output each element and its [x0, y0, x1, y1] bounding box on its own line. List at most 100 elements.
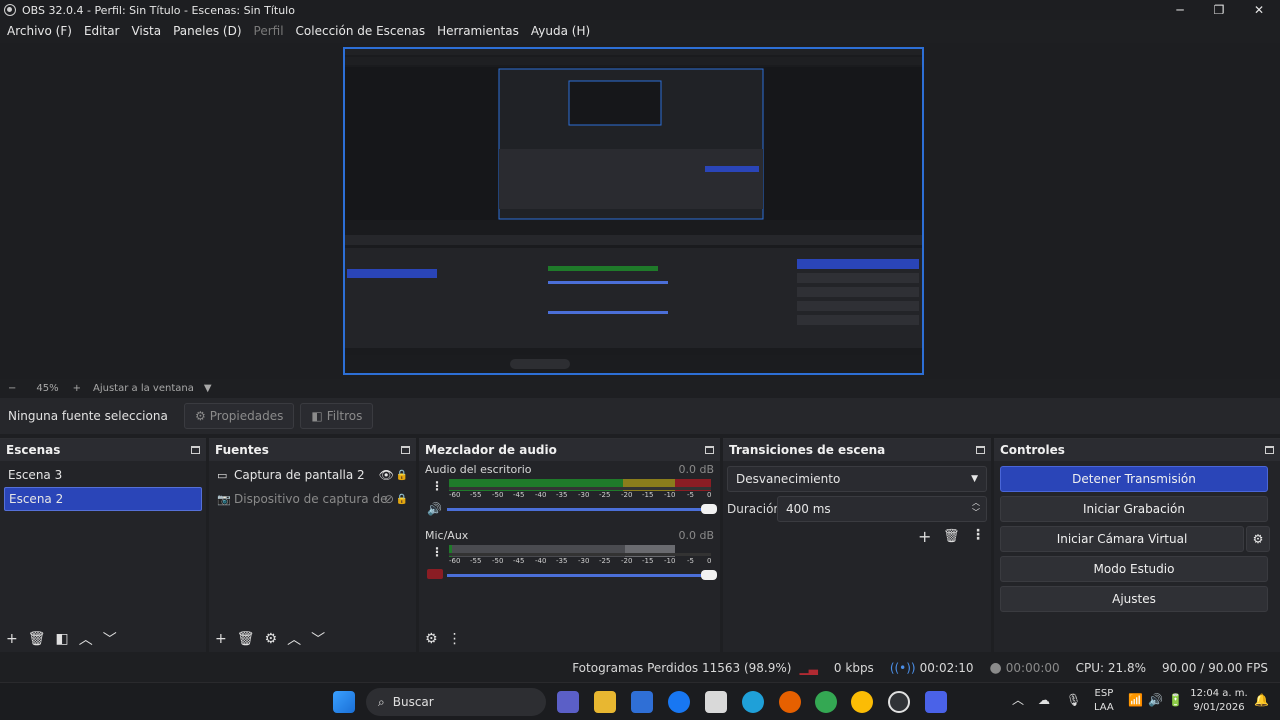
firefox-icon[interactable] — [779, 691, 801, 713]
trash-icon[interactable]: 🗑 — [943, 529, 960, 544]
channel-name: Mic/Aux — [425, 529, 469, 542]
stop-stream-button[interactable]: Detener Transmisión — [1000, 466, 1268, 492]
preview-canvas[interactable] — [343, 47, 924, 375]
kebab-menu-icon[interactable]: ⋮ — [448, 631, 462, 647]
duration-spinbox[interactable]: 400 ms ︿ ﹀ — [777, 496, 987, 522]
sources-dock: Fuentes ▭ Captura de pantalla 2 👁 🔒 📷 Di… — [209, 438, 416, 652]
undock-icon[interactable] — [401, 446, 410, 454]
scene-item[interactable]: Escena 3 — [0, 463, 206, 487]
lock-icon[interactable]: 🔒 — [396, 470, 408, 481]
file-explorer-icon[interactable] — [594, 691, 616, 713]
source-item[interactable]: ▭ Captura de pantalla 2 👁 🔒 — [209, 463, 416, 487]
scale-tick: -45 — [513, 491, 525, 499]
menu-ayuda[interactable]: Ayuda (H) — [531, 24, 590, 38]
undock-icon[interactable] — [705, 446, 714, 454]
minimize-icon[interactable]: ─ — [1160, 0, 1200, 20]
sources-header: Fuentes — [209, 439, 416, 461]
taskbar-search[interactable]: ⌕ Buscar — [366, 688, 546, 716]
menu-herramientas[interactable]: Herramientas — [437, 24, 519, 38]
kebab-menu-icon[interactable]: ⋮ — [431, 479, 443, 493]
advanced-audio-icon[interactable]: ⚙ — [425, 631, 438, 647]
mic-icon[interactable]: 🎙 — [1066, 693, 1081, 707]
undock-icon[interactable] — [976, 446, 985, 454]
network-graph-icon: ▁▃ — [799, 661, 818, 675]
menu-paneles[interactable]: Paneles (D) — [173, 24, 241, 38]
muted-mic-icon[interactable] — [427, 569, 443, 579]
properties-label: Propiedades — [209, 409, 284, 423]
notifications-icon[interactable]: 🔔 — [1254, 693, 1269, 707]
properties-button[interactable]: ⚙ Propiedades — [184, 403, 295, 429]
chrome-icon[interactable] — [815, 691, 837, 713]
edge-icon[interactable] — [742, 691, 764, 713]
zoom-in-button[interactable]: + — [73, 383, 81, 394]
close-icon[interactable]: ✕ — [1239, 0, 1279, 20]
transition-select[interactable]: Desvanecimiento ▼ — [727, 466, 987, 492]
scale-tick: -40 — [535, 557, 547, 565]
volume-icon[interactable]: 🔊 — [1148, 693, 1163, 707]
facebook-icon[interactable] — [668, 691, 690, 713]
clock[interactable]: 12:04 a. m. 9/01/2026 — [1190, 687, 1248, 715]
virtual-camera-settings-button[interactable]: ⚙ — [1246, 526, 1270, 552]
language-indicator[interactable]: ESP LAA — [1094, 687, 1114, 715]
zoom-out-button[interactable]: − — [8, 383, 16, 394]
eye-hidden-icon[interactable]: ⊘ — [384, 492, 394, 506]
speaker-icon[interactable]: 🔊 — [427, 502, 442, 516]
chevron-up-icon[interactable]: ︿ — [79, 629, 93, 649]
scale-tick: -45 — [513, 557, 525, 565]
filters-button[interactable]: ◧ Filtros — [300, 403, 374, 429]
add-icon[interactable]: + — [6, 631, 18, 647]
record-icon: ● — [989, 660, 1002, 676]
obs-taskbar-icon[interactable] — [888, 691, 910, 713]
menu-perfil[interactable]: Perfil — [254, 24, 284, 38]
lock-icon[interactable]: 🔒 — [396, 494, 408, 505]
menu-archivo[interactable]: Archivo (F) — [7, 24, 72, 38]
store-icon[interactable] — [631, 691, 653, 713]
chevron-up-icon[interactable]: ︿ — [287, 629, 301, 649]
restore-icon[interactable]: ❐ — [1199, 0, 1239, 20]
studio-mode-button[interactable]: Modo Estudio — [1000, 556, 1268, 582]
volume-slider[interactable] — [447, 504, 717, 514]
wifi-icon[interactable]: 📶 — [1128, 693, 1143, 707]
app-icon[interactable] — [925, 691, 947, 713]
trash-icon[interactable]: 🗑 — [28, 631, 46, 647]
virtual-camera-button[interactable]: Iniciar Cámara Virtual — [1000, 526, 1244, 552]
spin-arrows-icon[interactable]: ︿ ﹀ — [972, 498, 980, 518]
trash-icon[interactable]: 🗑 — [237, 631, 255, 647]
scene-item-selected[interactable]: Escena 2 — [4, 487, 202, 511]
volume-slider[interactable] — [447, 570, 717, 580]
menu-coleccion-escenas[interactable]: Colección de Escenas — [296, 24, 426, 38]
kebab-menu-icon[interactable]: ⋮ — [431, 545, 443, 559]
settings-button[interactable]: Ajustes — [1000, 586, 1268, 612]
duration-label: Duración — [727, 502, 782, 516]
gear-icon[interactable]: ⚙ — [265, 631, 278, 647]
preview-capture-image — [345, 49, 922, 373]
snipping-tool-icon[interactable] — [705, 691, 727, 713]
windows-start-icon[interactable] — [333, 691, 355, 713]
undock-icon[interactable] — [191, 446, 200, 454]
source-label: Dispositivo de captura de — [234, 492, 388, 506]
chevron-down-icon[interactable]: ﹀ — [311, 629, 325, 649]
slider-knob[interactable] — [701, 504, 717, 514]
chevron-down-icon[interactable]: ﹀ — [103, 629, 117, 649]
menu-editar[interactable]: Editar — [84, 24, 120, 38]
scenes-header: Escenas — [0, 439, 206, 461]
chevron-up-icon[interactable]: ︿ — [1012, 693, 1024, 707]
undock-icon[interactable] — [1265, 446, 1274, 454]
cloud-icon[interactable]: ☁ — [1038, 693, 1050, 707]
start-recording-button[interactable]: Iniciar Grabación — [1000, 496, 1268, 522]
add-icon[interactable]: + — [215, 631, 227, 647]
scale-tick: -10 — [664, 491, 676, 499]
chrome-profile-icon[interactable] — [851, 691, 873, 713]
menu-vista[interactable]: Vista — [131, 24, 161, 38]
fit-window-label[interactable]: Ajustar a la ventana — [93, 383, 194, 394]
chevron-down-icon[interactable]: ▼ — [204, 383, 212, 394]
eye-icon[interactable]: 👁 — [379, 468, 394, 482]
slider-knob[interactable] — [701, 570, 717, 580]
battery-icon[interactable]: 🔋 — [1168, 693, 1183, 707]
add-icon[interactable]: + — [918, 527, 931, 546]
kebab-menu-icon[interactable]: ⋮ — [971, 527, 985, 543]
teams-icon[interactable] — [557, 691, 579, 713]
filter-icon[interactable]: ◧ — [56, 631, 69, 647]
controls-header: Controles — [994, 439, 1280, 461]
source-item[interactable]: 📷 Dispositivo de captura de ⊘ 🔒 — [209, 487, 416, 511]
